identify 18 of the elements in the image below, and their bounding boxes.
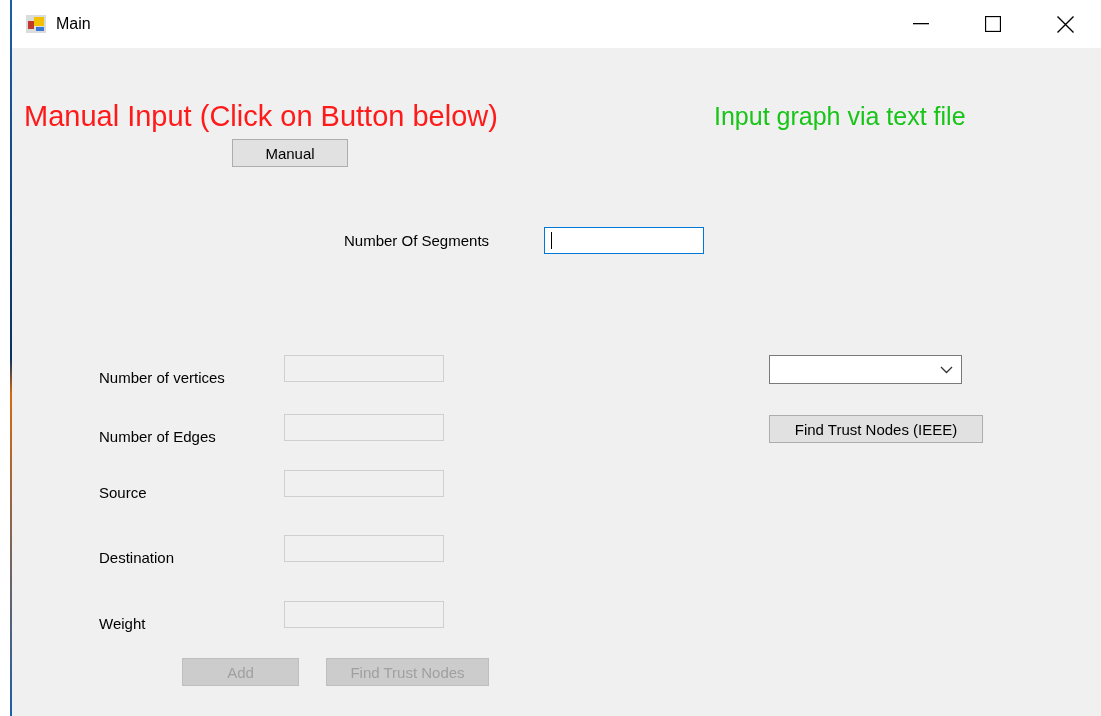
field-label: Destination [99, 549, 176, 566]
maximize-icon[interactable] [985, 16, 1001, 32]
find-trust-nodes-ieee-button[interactable]: Find Trust Nodes (IEEE) [769, 415, 983, 443]
field-label: Number of vertices [99, 369, 226, 386]
close-icon[interactable] [1056, 15, 1074, 33]
app-icon [26, 15, 46, 33]
field-label: Number of Edges [99, 428, 217, 445]
segments-field[interactable] [544, 227, 704, 254]
minimize-icon[interactable] [913, 23, 929, 25]
dropdown[interactable] [769, 355, 962, 384]
chevron-down-icon [940, 365, 953, 374]
field-label: Source [99, 484, 148, 501]
segments-label: Number Of Segments [344, 232, 491, 249]
manual-button[interactable]: Manual [232, 139, 348, 167]
field-label: Weight [99, 615, 147, 632]
text-file-heading: Input graph via text file [714, 102, 967, 131]
manual-input-heading: Manual Input (Click on Button below) [24, 100, 499, 133]
window-title: Main [56, 15, 92, 33]
